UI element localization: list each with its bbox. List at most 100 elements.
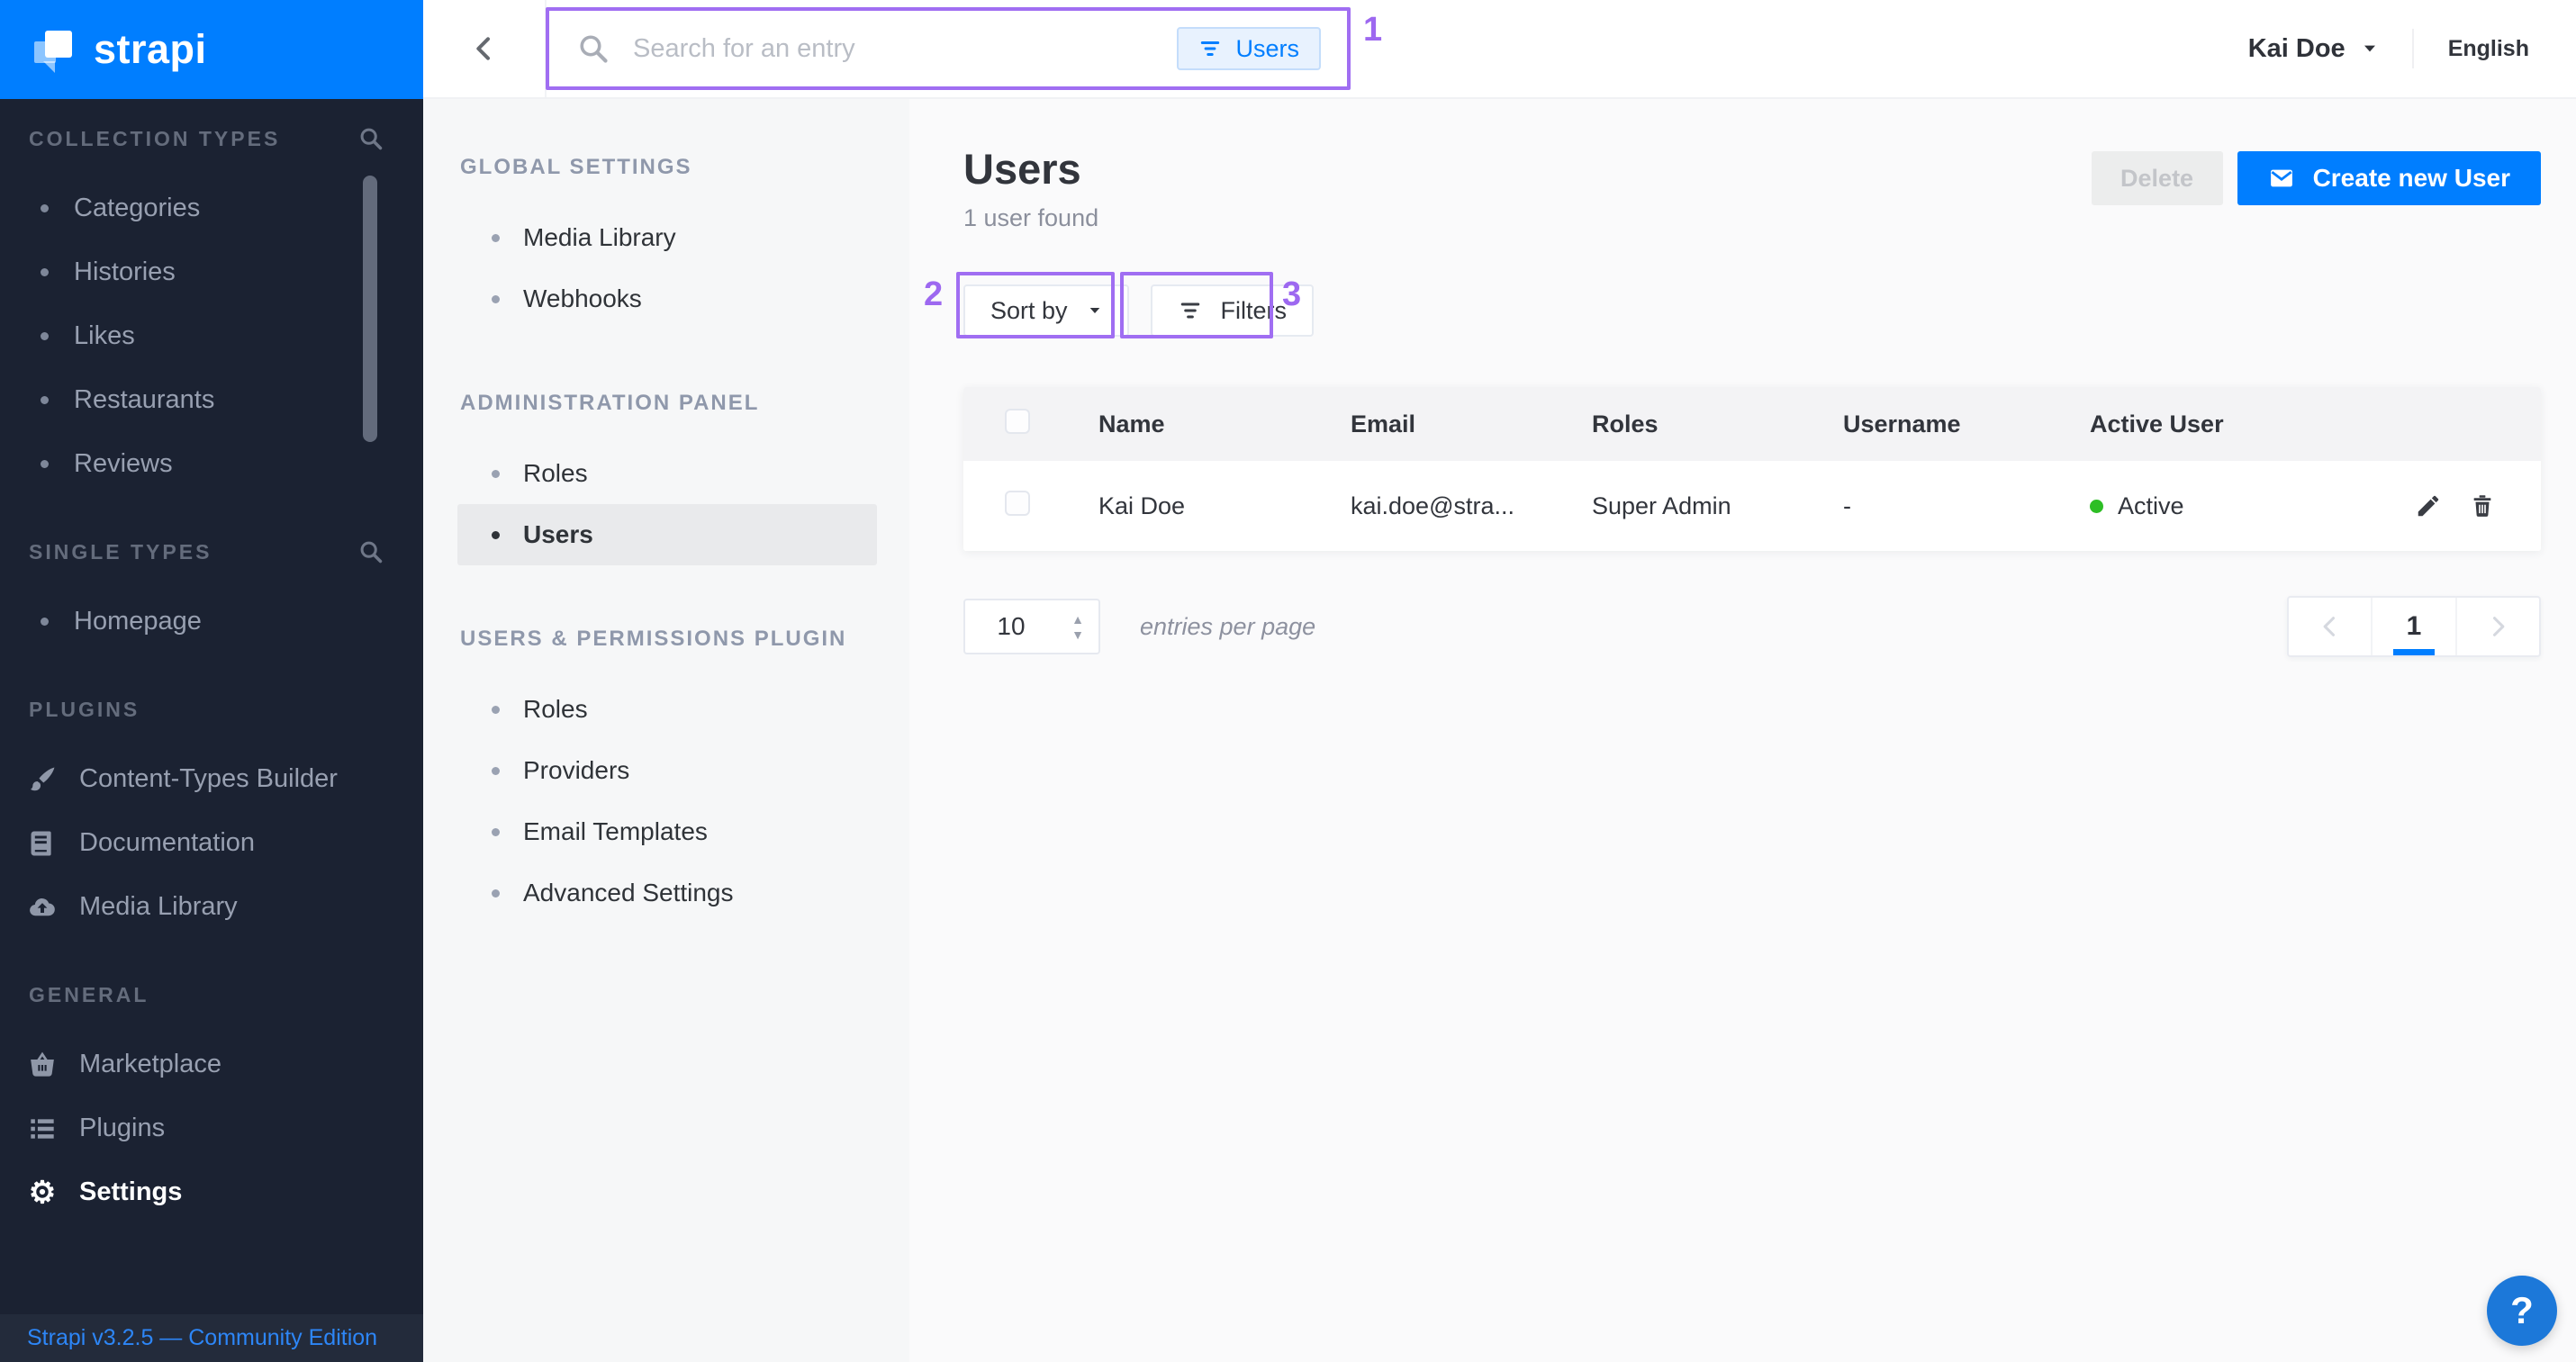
nav-section-single-types: SINGLE TYPES Homepage [0, 537, 423, 654]
settings-item-webhooks[interactable]: Webhooks [457, 268, 877, 329]
sidebar-item-label: Reviews [74, 449, 173, 479]
page-header: Users 1 user found Delete Create new Use… [963, 144, 2541, 232]
nav-section-header: PLUGINS [0, 695, 423, 724]
column-header-roles[interactable]: Roles [1592, 410, 1843, 438]
sidebar-item-marketplace[interactable]: Marketplace [0, 1033, 423, 1096]
sidebar-item-likes[interactable]: Likes [0, 304, 423, 368]
settings-item-providers[interactable]: Providers [457, 740, 877, 801]
active-status-dot [2090, 500, 2103, 513]
sidebar-scrollbar[interactable] [363, 176, 377, 442]
search-icon[interactable] [358, 126, 384, 151]
row-checkbox[interactable] [1005, 491, 1030, 516]
search-icon[interactable] [358, 539, 384, 564]
language-selector[interactable]: English [2448, 36, 2529, 62]
trash-icon[interactable] [2469, 492, 2496, 519]
settings-item-label: Email Templates [523, 817, 708, 846]
edit-pencil-icon[interactable] [2415, 492, 2442, 519]
settings-item-admin-roles[interactable]: Roles [457, 443, 877, 504]
select-all-checkbox[interactable] [1005, 409, 1030, 434]
main-sidebar: strapi COLLECTION TYPES Categories Histo… [0, 0, 423, 1362]
sidebar-item-plugins[interactable]: Plugins [0, 1096, 423, 1160]
divider [2412, 29, 2414, 68]
caret-down-icon [2362, 41, 2378, 57]
column-header-active-user[interactable]: Active User [2090, 410, 2406, 438]
bullet-icon [492, 706, 500, 714]
general-heading: GENERAL [29, 983, 149, 1007]
next-page-button[interactable] [2457, 598, 2539, 655]
settings-item-label: Users [523, 520, 593, 549]
sidebar-item-label: Categories [74, 194, 200, 223]
page-subtitle: 1 user found [963, 204, 1098, 232]
stepper-arrows[interactable]: ▲ ▼ [1057, 600, 1098, 653]
sidebar-item-reviews[interactable]: Reviews [0, 432, 423, 496]
sidebar-item-restaurants[interactable]: Restaurants [0, 368, 423, 432]
sidebar-item-settings[interactable]: ⚙ Settings [0, 1160, 423, 1224]
sidebar-item-documentation[interactable]: Documentation [0, 811, 423, 875]
nav-section-collection-types: COLLECTION TYPES Categories Histories Li… [0, 124, 423, 496]
strapi-logo-text: strapi [94, 26, 207, 73]
current-page-button[interactable]: 1 [2371, 598, 2456, 655]
settings-item-email-templates[interactable]: Email Templates [457, 801, 877, 862]
search-bar[interactable]: Users [547, 0, 1351, 97]
filters-button[interactable]: Filters [1151, 284, 1315, 337]
column-header-username[interactable]: Username [1843, 410, 2090, 438]
settings-item-label: Advanced Settings [523, 879, 734, 907]
column-header-name[interactable]: Name [1098, 410, 1351, 438]
cell-username: - [1843, 492, 2090, 520]
strapi-version-link[interactable]: Strapi v3.2.5 — Community Edition [27, 1325, 377, 1351]
sidebar-item-label: Content-Types Builder [79, 764, 338, 794]
bullet-icon [492, 828, 500, 836]
settings-item-label: Webhooks [523, 284, 642, 313]
topbar-right: Kai Doe English [2248, 0, 2576, 97]
main-content: Users 1 user found Delete Create new Use… [909, 99, 2576, 1362]
bullet-icon [492, 889, 500, 897]
bullet-icon [492, 767, 500, 775]
caret-up-icon: ▲ [1071, 613, 1084, 626]
settings-item-up-roles[interactable]: Roles [457, 679, 877, 740]
plugins-heading: PLUGINS [29, 698, 140, 722]
sidebar-item-label: Media Library [79, 892, 238, 922]
delete-button[interactable]: Delete [2092, 151, 2223, 205]
sidebar-item-histories[interactable]: Histories [0, 240, 423, 304]
search-filter-chip-users[interactable]: Users [1177, 27, 1321, 70]
table-row[interactable]: Kai Doe kai.doe@stra... Super Admin - Ac… [963, 461, 2541, 551]
bullet-icon [41, 618, 49, 626]
header-actions: Delete Create new User [2092, 151, 2541, 232]
cell-name: Kai Doe [1098, 492, 1351, 520]
sidebar-item-label: Homepage [74, 607, 202, 636]
settings-item-admin-users[interactable]: Users [457, 504, 877, 565]
search-input[interactable] [633, 34, 1177, 64]
sidebar-item-label: Marketplace [79, 1050, 221, 1079]
users-permissions-plugin-heading: USERS & PERMISSIONS PLUGIN [423, 625, 909, 654]
back-button[interactable] [423, 0, 547, 97]
bullet-icon [41, 332, 49, 340]
column-header-email[interactable]: Email [1351, 410, 1592, 438]
sidebar-item-homepage[interactable]: Homepage [0, 590, 423, 654]
strapi-logo[interactable]: strapi [0, 0, 423, 99]
sidebar-item-label: Restaurants [74, 385, 214, 415]
bullet-icon [492, 234, 500, 242]
sidebar-item-content-types-builder[interactable]: Content-Types Builder [0, 747, 423, 811]
bullet-icon [41, 396, 49, 404]
user-name: Kai Doe [2248, 34, 2346, 64]
previous-page-button[interactable] [2289, 598, 2371, 655]
pagination-row: 10 ▲ ▼ entries per page 1 [963, 596, 2541, 657]
settings-item-advanced-settings[interactable]: Advanced Settings [457, 862, 877, 924]
page-size-select[interactable]: 10 ▲ ▼ [963, 599, 1100, 654]
user-menu[interactable]: Kai Doe [2248, 34, 2378, 64]
top-bar: Users Kai Doe English [423, 0, 2576, 99]
settings-sidebar: GLOBAL SETTINGS Media Library Webhooks A… [423, 99, 909, 1362]
sidebar-item-media-library[interactable]: Media Library [0, 875, 423, 939]
bullet-icon [41, 204, 49, 212]
nav-section-header: GENERAL [0, 980, 423, 1009]
filters-label: Filters [1221, 297, 1288, 325]
sidebar-item-categories[interactable]: Categories [0, 176, 423, 240]
settings-item-label: Roles [523, 695, 588, 724]
sort-by-label: Sort by [990, 297, 1068, 325]
cell-active-user: Active [2090, 492, 2406, 520]
settings-item-media-library[interactable]: Media Library [457, 207, 877, 268]
book-icon [27, 828, 58, 859]
help-button[interactable]: ? [2487, 1276, 2557, 1346]
sort-by-button[interactable]: Sort by [963, 284, 1129, 337]
create-new-user-button[interactable]: Create new User [2237, 151, 2541, 205]
